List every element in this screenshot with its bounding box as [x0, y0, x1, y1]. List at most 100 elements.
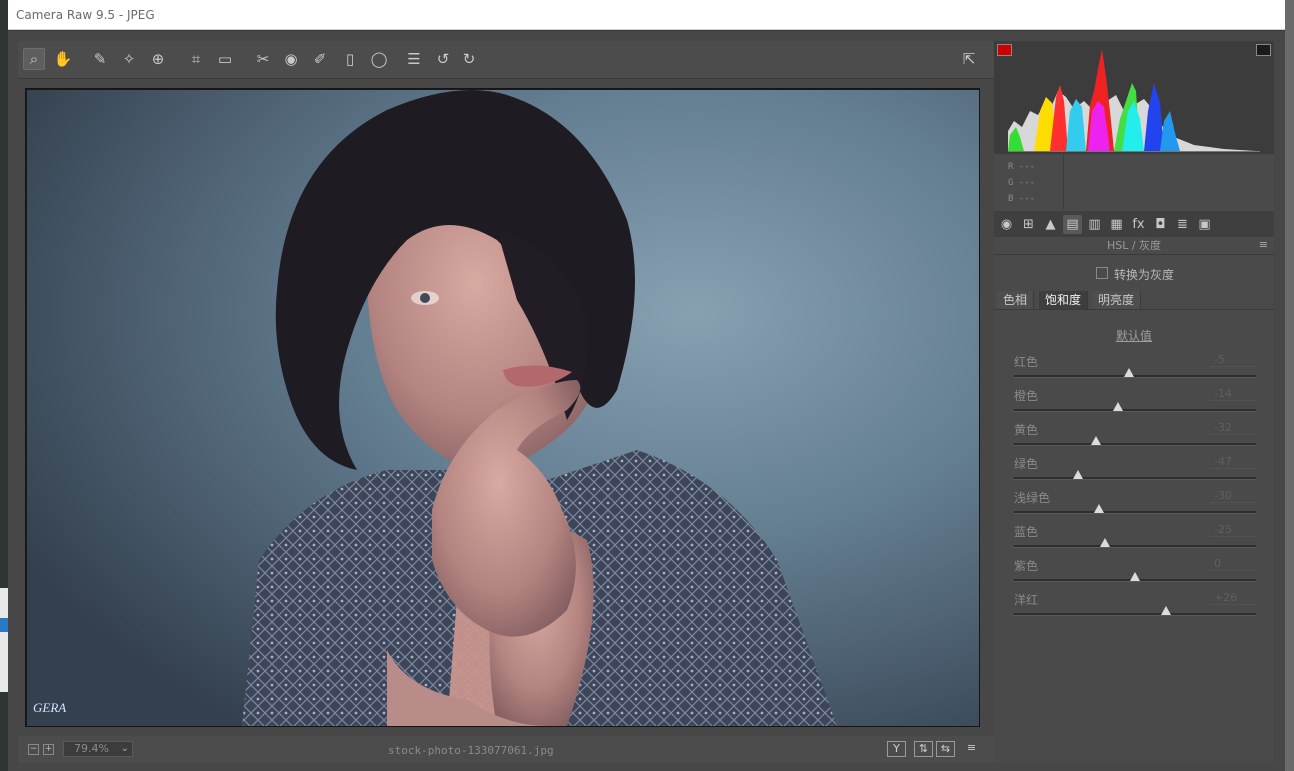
snapshots-tab-icon[interactable]: ▣	[1195, 215, 1214, 234]
slider-label-magenta: 洋红	[1014, 593, 1039, 607]
slider-row-red: 红色 -5	[994, 353, 1274, 387]
chevron-down-icon: ⌄	[120, 743, 129, 754]
slider-value-magenta[interactable]: +26	[1210, 591, 1256, 605]
graduated-filter-tool[interactable]: ▯	[339, 48, 361, 70]
fullscreen-toggle-icon[interactable]: ⇱	[958, 48, 980, 70]
preferences-tool[interactable]: ☰	[403, 48, 425, 70]
slider-label-green: 绿色	[1014, 457, 1039, 471]
rotate-left-tool[interactable]: ↺	[432, 48, 454, 70]
radial-filter-tool[interactable]: ◯	[368, 48, 390, 70]
slider-value-orange[interactable]: -14	[1210, 387, 1256, 401]
image-preview-frame: GERA	[25, 88, 980, 727]
preview-preferences-icon[interactable]: ≡	[962, 741, 981, 757]
color-sampler-tool[interactable]: ✧	[118, 48, 140, 70]
slider-value-yellow[interactable]: -32	[1210, 421, 1256, 435]
right-panel: R --- G --- B --- ◉ ⊞ ▲ ▤ ▥ ▦ fx ◘ ≣ ▣ HSL / 灰度 ≡…	[994, 41, 1274, 763]
defaults-link[interactable]: 默认值	[994, 327, 1274, 344]
effects-tab-icon[interactable]: fx	[1129, 215, 1148, 234]
convert-to-grayscale-checkbox[interactable]	[1096, 267, 1108, 279]
slider-value-purple[interactable]: 0	[1210, 557, 1256, 571]
split-toning-tab-icon[interactable]: ▥	[1085, 215, 1104, 234]
rgb-readout-column: R --- G --- B ---	[994, 154, 1064, 210]
convert-to-grayscale-row[interactable]: 转换为灰度	[994, 263, 1274, 289]
window-titlebar: Camera Raw 9.5 - JPEG	[8, 0, 1285, 30]
copy-settings-button[interactable]: ⇆	[936, 741, 955, 757]
status-bar: − + 79.4% ⌄ stock-photo-133077061.jpg Y …	[18, 736, 994, 763]
background-window-fragment	[0, 618, 8, 632]
tab-luminance[interactable]: 明亮度	[1092, 291, 1142, 309]
spot-removal-tool[interactable]: ✂	[252, 48, 274, 70]
convert-to-grayscale-label: 转换为灰度	[1114, 268, 1175, 282]
slider-thumb-magenta[interactable]	[1161, 606, 1172, 615]
zoom-level-select[interactable]: 79.4% ⌄	[63, 741, 133, 757]
histogram	[994, 41, 1274, 154]
presets-tab-icon[interactable]: ≣	[1173, 215, 1192, 234]
slider-value-aqua[interactable]: -30	[1210, 489, 1256, 503]
red-readout: R ---	[1008, 162, 1036, 172]
blue-readout: B ---	[1008, 194, 1036, 204]
slider-thumb-red[interactable]	[1123, 368, 1134, 377]
slider-label-blue: 蓝色	[1014, 525, 1039, 539]
slider-value-green[interactable]: -47	[1210, 455, 1256, 469]
before-after-view-button[interactable]: Y	[887, 741, 906, 757]
slider-track-blue[interactable]	[1014, 545, 1256, 548]
slider-value-blue[interactable]: -25	[1210, 523, 1256, 537]
watermark-text: GERA	[33, 700, 66, 715]
slider-track-aqua[interactable]	[1014, 511, 1256, 514]
green-readout: G ---	[1008, 178, 1036, 188]
crop-tool[interactable]: ⌗	[185, 48, 207, 70]
histogram-graph	[1008, 49, 1260, 152]
slider-label-red: 红色	[1014, 355, 1039, 369]
basic-tab-icon[interactable]: ◉	[997, 215, 1016, 234]
zoom-in-button[interactable]: +	[43, 744, 54, 755]
right-background-strip	[1285, 0, 1294, 771]
slider-thumb-yellow[interactable]	[1091, 436, 1102, 445]
zoom-tool[interactable]: ⌕	[23, 48, 45, 70]
slider-label-orange: 橙色	[1014, 389, 1039, 403]
zoom-level-value: 79.4%	[74, 742, 109, 755]
zoom-out-button[interactable]: −	[28, 744, 39, 755]
red-eye-tool[interactable]: ◉	[280, 48, 302, 70]
slider-thumb-green[interactable]	[1073, 470, 1084, 479]
rotate-right-tool[interactable]: ↻	[458, 48, 480, 70]
rgb-readout: R --- G --- B ---	[994, 154, 1274, 210]
slider-label-aqua: 浅绿色	[1014, 491, 1051, 505]
background-window-fragment	[0, 588, 8, 618]
hsl-subtabs: 色相 饱和度 明亮度	[994, 290, 1274, 310]
shadow-clipping-warning-icon[interactable]	[997, 44, 1012, 56]
slider-row-orange: 橙色 -14	[994, 387, 1274, 421]
slider-thumb-blue[interactable]	[1099, 538, 1110, 547]
slider-track-red[interactable]	[1014, 375, 1256, 378]
detail-tab-icon[interactable]: ▲	[1041, 215, 1060, 234]
camera-calibration-tab-icon[interactable]: ◘	[1151, 215, 1170, 234]
slider-thumb-orange[interactable]	[1113, 402, 1124, 411]
adjustment-brush-tool[interactable]: ✐	[309, 48, 331, 70]
slider-track-magenta[interactable]	[1014, 613, 1256, 616]
slider-thumb-purple[interactable]	[1130, 572, 1140, 581]
hsl-tab-icon[interactable]: ▤	[1063, 215, 1082, 234]
slider-value-red[interactable]: -5	[1210, 353, 1256, 367]
lens-tab-icon[interactable]: ▦	[1107, 215, 1126, 234]
panel-menu-icon[interactable]: ≡	[1259, 239, 1268, 250]
slider-row-yellow: 黄色 -32	[994, 421, 1274, 455]
tab-saturation[interactable]: 饱和度	[1039, 291, 1089, 309]
slider-row-green: 绿色 -47	[994, 455, 1274, 489]
photo-preview[interactable]: GERA	[27, 90, 979, 726]
hand-tool[interactable]: ✋	[52, 48, 74, 70]
file-name: stock-photo-133077061.jpg	[388, 744, 554, 757]
slider-row-blue: 蓝色 -25	[994, 523, 1274, 557]
tab-hue[interactable]: 色相	[997, 291, 1035, 309]
portrait-photo-image: GERA	[27, 90, 979, 726]
slider-track-green[interactable]	[1014, 477, 1256, 480]
slider-label-purple: 紫色	[1014, 559, 1039, 573]
swap-before-after-button[interactable]: ⇅	[914, 741, 933, 757]
highlight-clipping-warning-icon[interactable]	[1256, 44, 1271, 56]
slider-track-orange[interactable]	[1014, 409, 1256, 412]
white-balance-tool[interactable]: ✎	[89, 48, 111, 70]
window-title: Camera Raw 9.5 - JPEG	[16, 8, 155, 22]
straighten-tool[interactable]: ▭	[214, 48, 236, 70]
slider-thumb-aqua[interactable]	[1093, 504, 1104, 513]
targeted-adjustment-tool[interactable]: ⊕	[147, 48, 169, 70]
slider-track-yellow[interactable]	[1014, 443, 1256, 446]
tone-curve-tab-icon[interactable]: ⊞	[1019, 215, 1038, 234]
